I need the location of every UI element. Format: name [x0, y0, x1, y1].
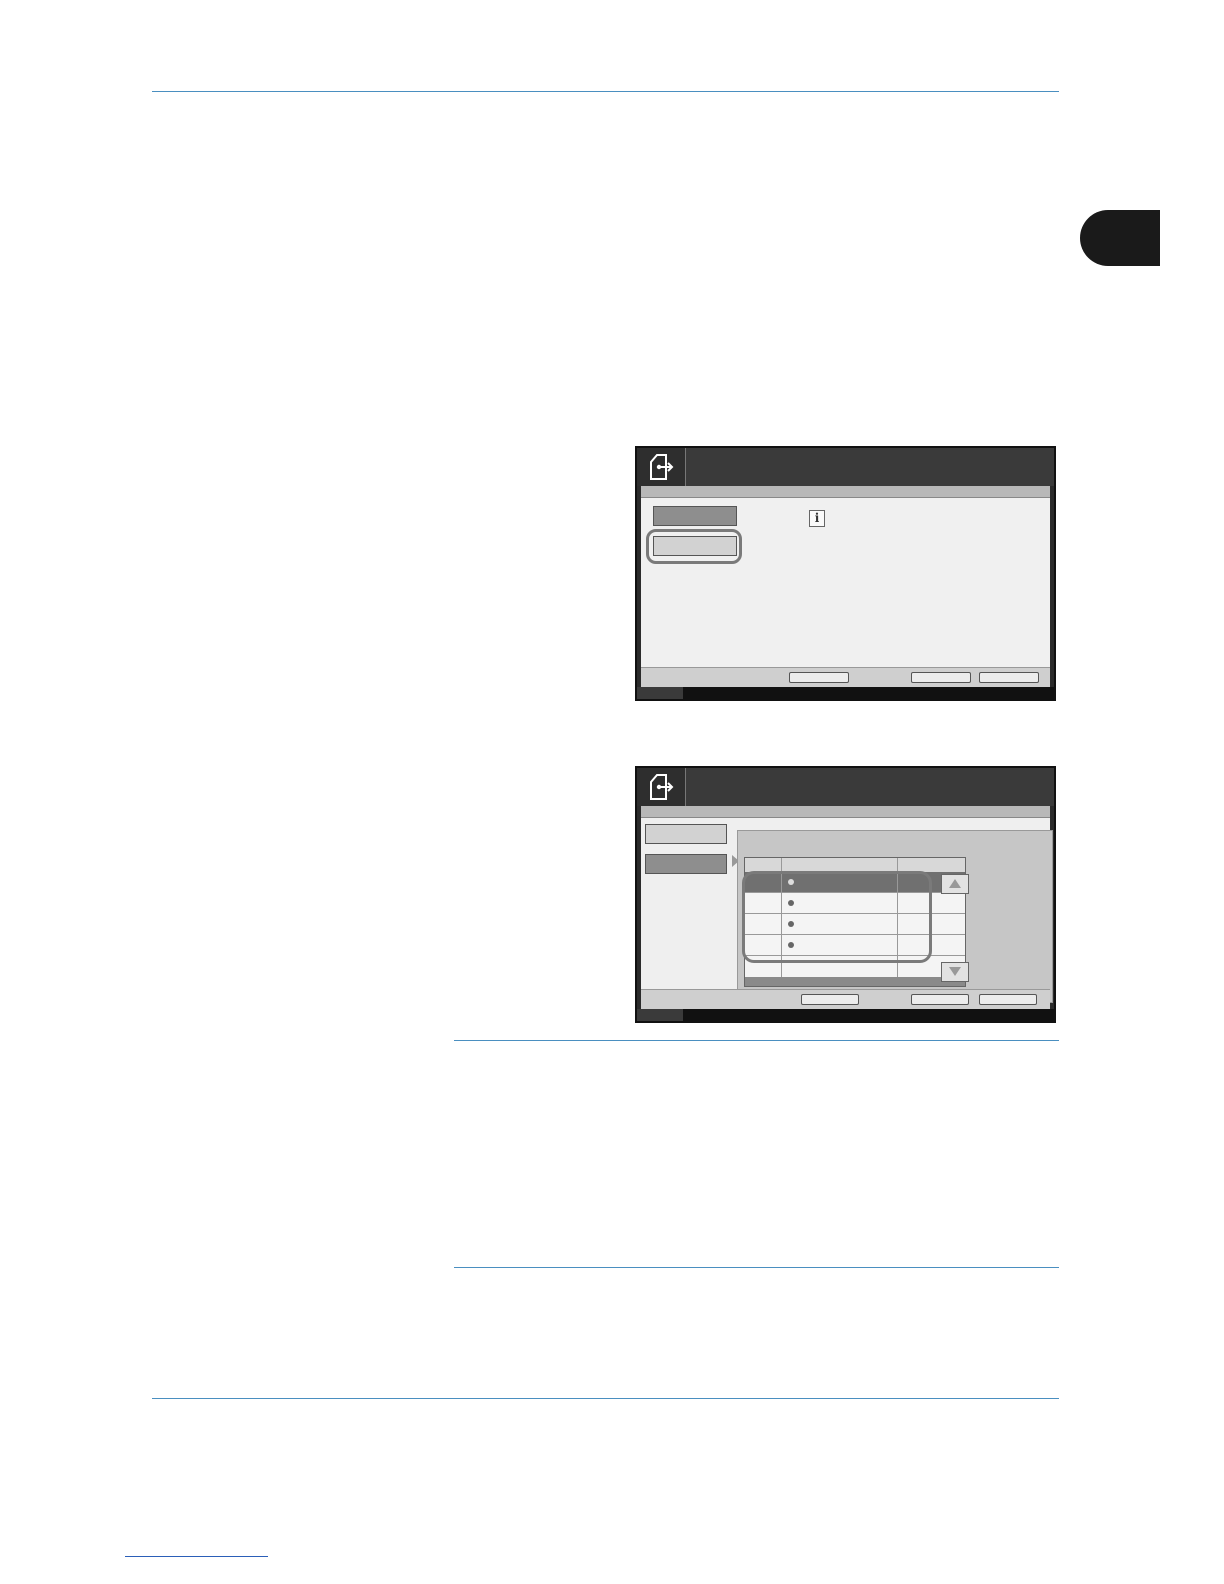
bottom-rule [152, 1398, 1059, 1399]
bottom-button-2[interactable] [911, 994, 969, 1005]
screen-statusbar [637, 687, 1054, 699]
screen-titlebar [637, 768, 1054, 806]
screen-bottombar [641, 989, 1050, 1009]
screen-bottombar [641, 667, 1050, 687]
scroll-down-icon[interactable] [941, 962, 969, 982]
bottom-button-3[interactable] [979, 672, 1039, 683]
document-send-icon [637, 448, 686, 486]
screen-statusbar [637, 1009, 1054, 1021]
bottom-button-1[interactable] [801, 994, 859, 1005]
note-rule-top [454, 1040, 1059, 1041]
list-panel [737, 830, 1053, 1003]
note-rule-bottom [454, 1267, 1059, 1268]
bottom-button-2[interactable] [911, 672, 971, 683]
screen-titlebar [637, 448, 1054, 486]
chapter-tab [1080, 210, 1160, 266]
screen-subbar [641, 806, 1050, 818]
side-button-2[interactable] [645, 854, 727, 874]
screen-subbar [641, 486, 1050, 498]
document-send-icon [637, 768, 686, 806]
screen-body [641, 818, 1053, 1003]
panel-screen-2 [635, 766, 1056, 1023]
top-rule [152, 91, 1059, 92]
info-icon[interactable]: i [809, 510, 825, 527]
screen-body: i [641, 498, 1050, 668]
highlight-ring [742, 871, 932, 963]
side-button-1[interactable] [653, 506, 737, 526]
bottom-button-1[interactable] [789, 672, 849, 683]
highlight-ring [646, 529, 742, 564]
side-button-1[interactable] [645, 824, 727, 844]
footer-link[interactable] [125, 1556, 268, 1557]
panel-screen-1: i [635, 446, 1056, 701]
bottom-button-3[interactable] [979, 994, 1037, 1005]
scroll-up-icon[interactable] [941, 874, 969, 894]
